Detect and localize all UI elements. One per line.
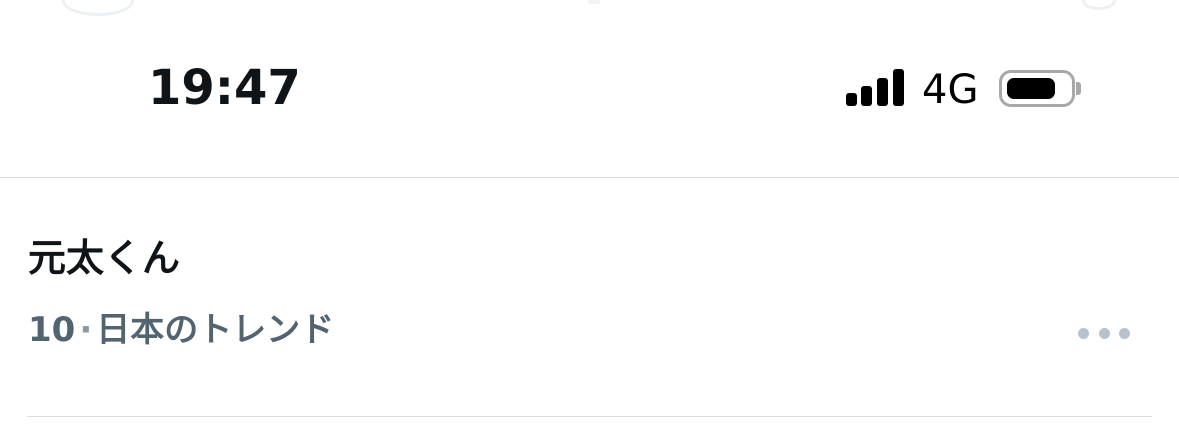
more-dot-1: [1078, 327, 1089, 339]
trend-title: 元太くん: [28, 236, 181, 280]
network-type-label: 4G: [922, 67, 979, 113]
more-options-button[interactable]: [1078, 321, 1130, 345]
trend-item-divider: [27, 416, 1152, 417]
signal-bar-1: [846, 93, 857, 106]
signal-bar-2: [861, 86, 872, 106]
cellular-signal-icon: [846, 69, 904, 106]
battery-level-fill: [1007, 78, 1055, 99]
trend-screen: 19:47 4G 元太くん 10 · 日本のトレンド: [0, 0, 1179, 425]
more-dot-3: [1119, 327, 1130, 339]
signal-bar-4: [893, 69, 904, 106]
status-time: 19:47: [148, 60, 301, 116]
trend-rank: 10: [28, 310, 76, 350]
battery-cap: [1076, 82, 1081, 95]
trend-separator: ·: [79, 310, 93, 350]
more-dot-2: [1098, 327, 1110, 339]
signal-bar-3: [877, 78, 888, 106]
trend-item[interactable]: 元太くん 10 · 日本のトレンド: [0, 178, 1179, 418]
status-bar: 19:47 4G: [0, 0, 1179, 178]
battery-icon: [999, 70, 1075, 107]
trend-meta: 10 · 日本のトレンド: [28, 308, 334, 352]
trend-category: 日本のトレンド: [96, 310, 335, 350]
